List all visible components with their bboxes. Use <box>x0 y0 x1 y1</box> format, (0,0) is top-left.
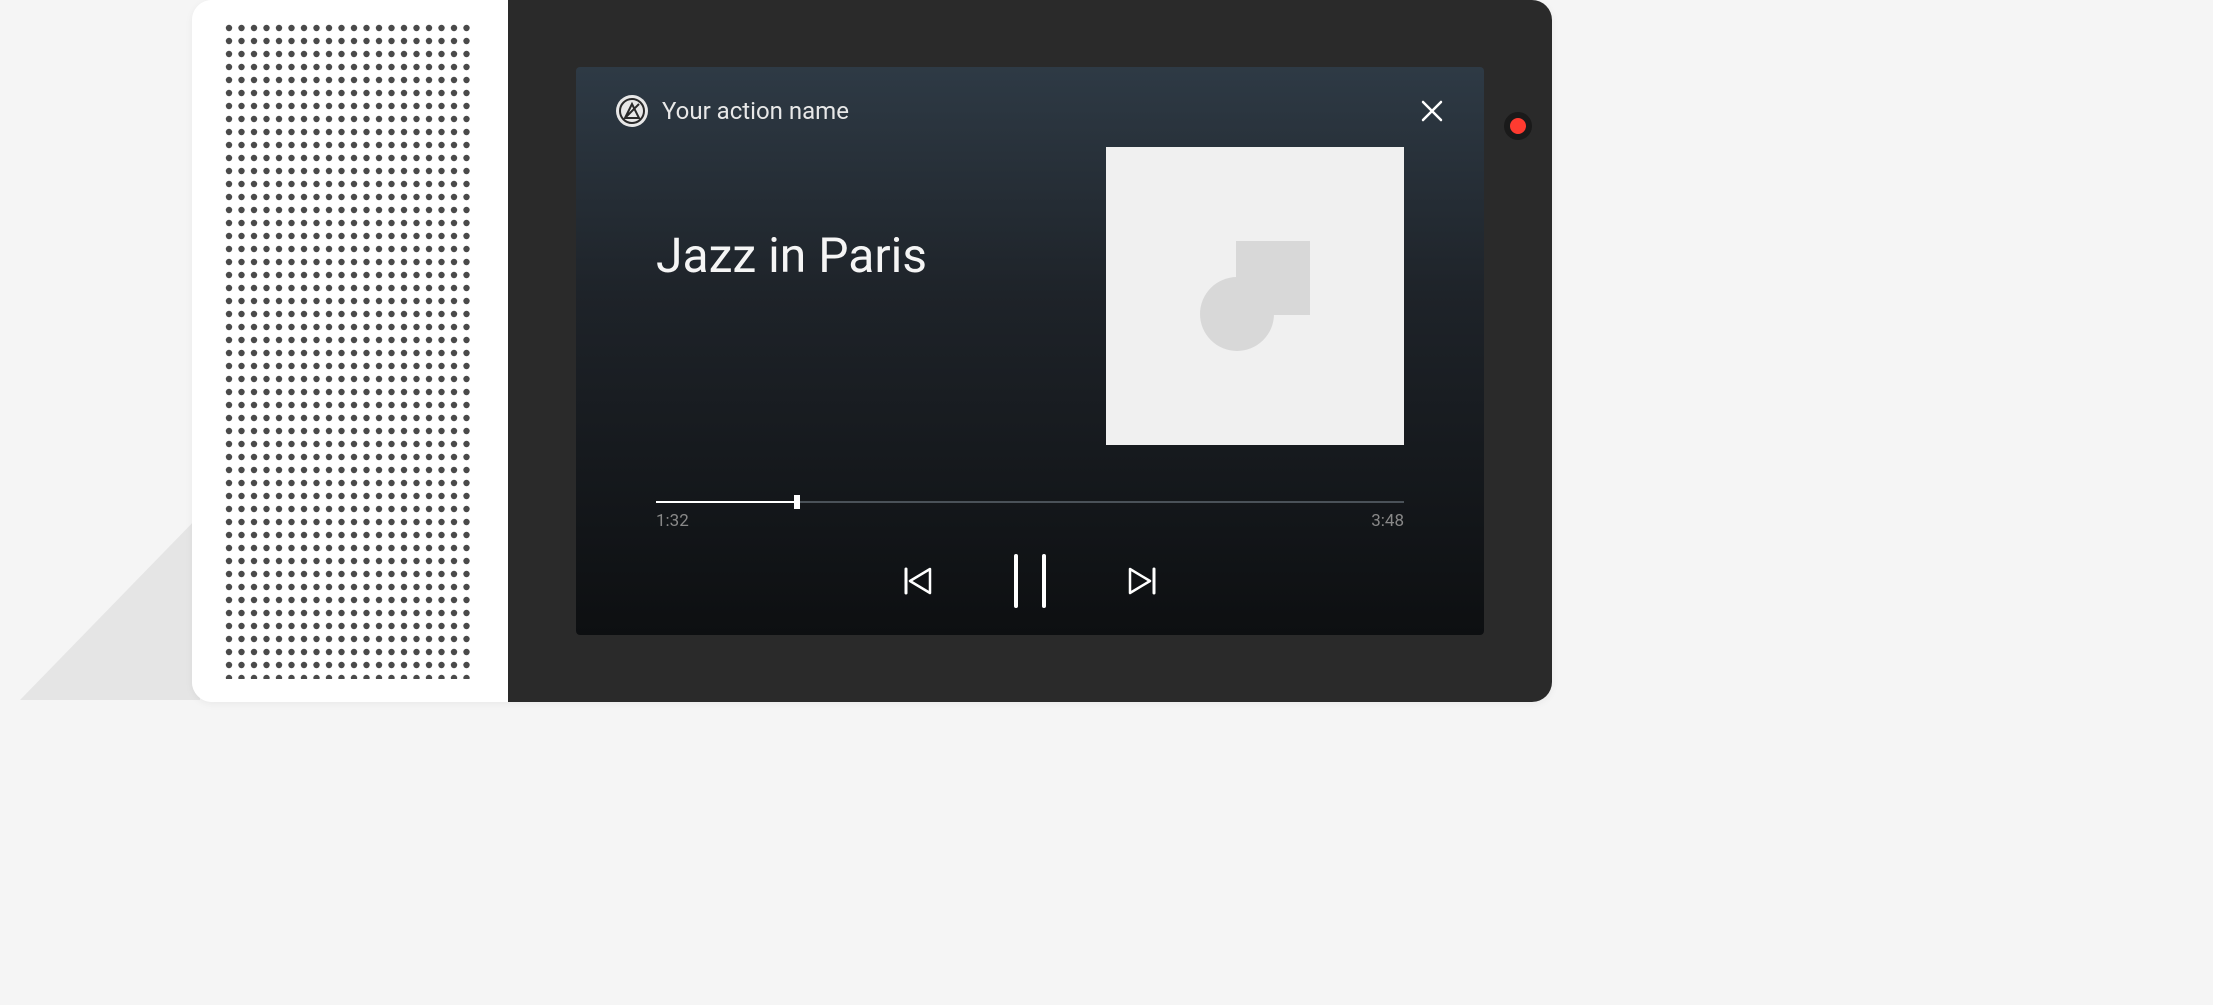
next-icon <box>1126 565 1158 597</box>
recording-indicator-icon <box>1504 112 1532 140</box>
progress-fill <box>656 501 797 503</box>
close-button[interactable] <box>1420 99 1444 123</box>
play-pause-button[interactable] <box>1010 561 1050 601</box>
progress-bar[interactable] <box>656 501 1404 503</box>
action-name-label: Your action name <box>662 97 849 125</box>
speaker-grille <box>192 0 508 702</box>
progress-thumb <box>794 495 800 509</box>
close-icon <box>1421 100 1443 122</box>
pause-icon <box>1014 554 1046 608</box>
player-body: Jazz in Paris <box>656 219 1404 445</box>
elapsed-time: 1:32 <box>656 511 689 531</box>
player-header: Your action name <box>616 95 1444 127</box>
previous-button[interactable] <box>898 561 938 601</box>
time-labels: 1:32 3:48 <box>656 511 1404 531</box>
action-logo-icon <box>616 95 648 127</box>
album-art <box>1106 147 1404 445</box>
progress-section: 1:32 3:48 <box>656 501 1404 531</box>
previous-icon <box>902 565 934 597</box>
action-logo-inner-icon <box>623 102 641 120</box>
header-left: Your action name <box>616 95 849 127</box>
album-art-placeholder-icon <box>1200 241 1310 351</box>
device-shadow <box>20 515 200 700</box>
track-title: Jazz in Paris <box>656 227 927 284</box>
smart-display-device: Your action name Jazz in Paris <box>192 0 1552 702</box>
media-player: Your action name Jazz in Paris <box>576 67 1484 635</box>
screen-area: Your action name Jazz in Paris <box>508 0 1552 702</box>
total-time: 3:48 <box>1371 511 1404 531</box>
speaker-dots-icon <box>225 24 475 679</box>
playback-controls <box>576 561 1484 601</box>
next-button[interactable] <box>1122 561 1162 601</box>
